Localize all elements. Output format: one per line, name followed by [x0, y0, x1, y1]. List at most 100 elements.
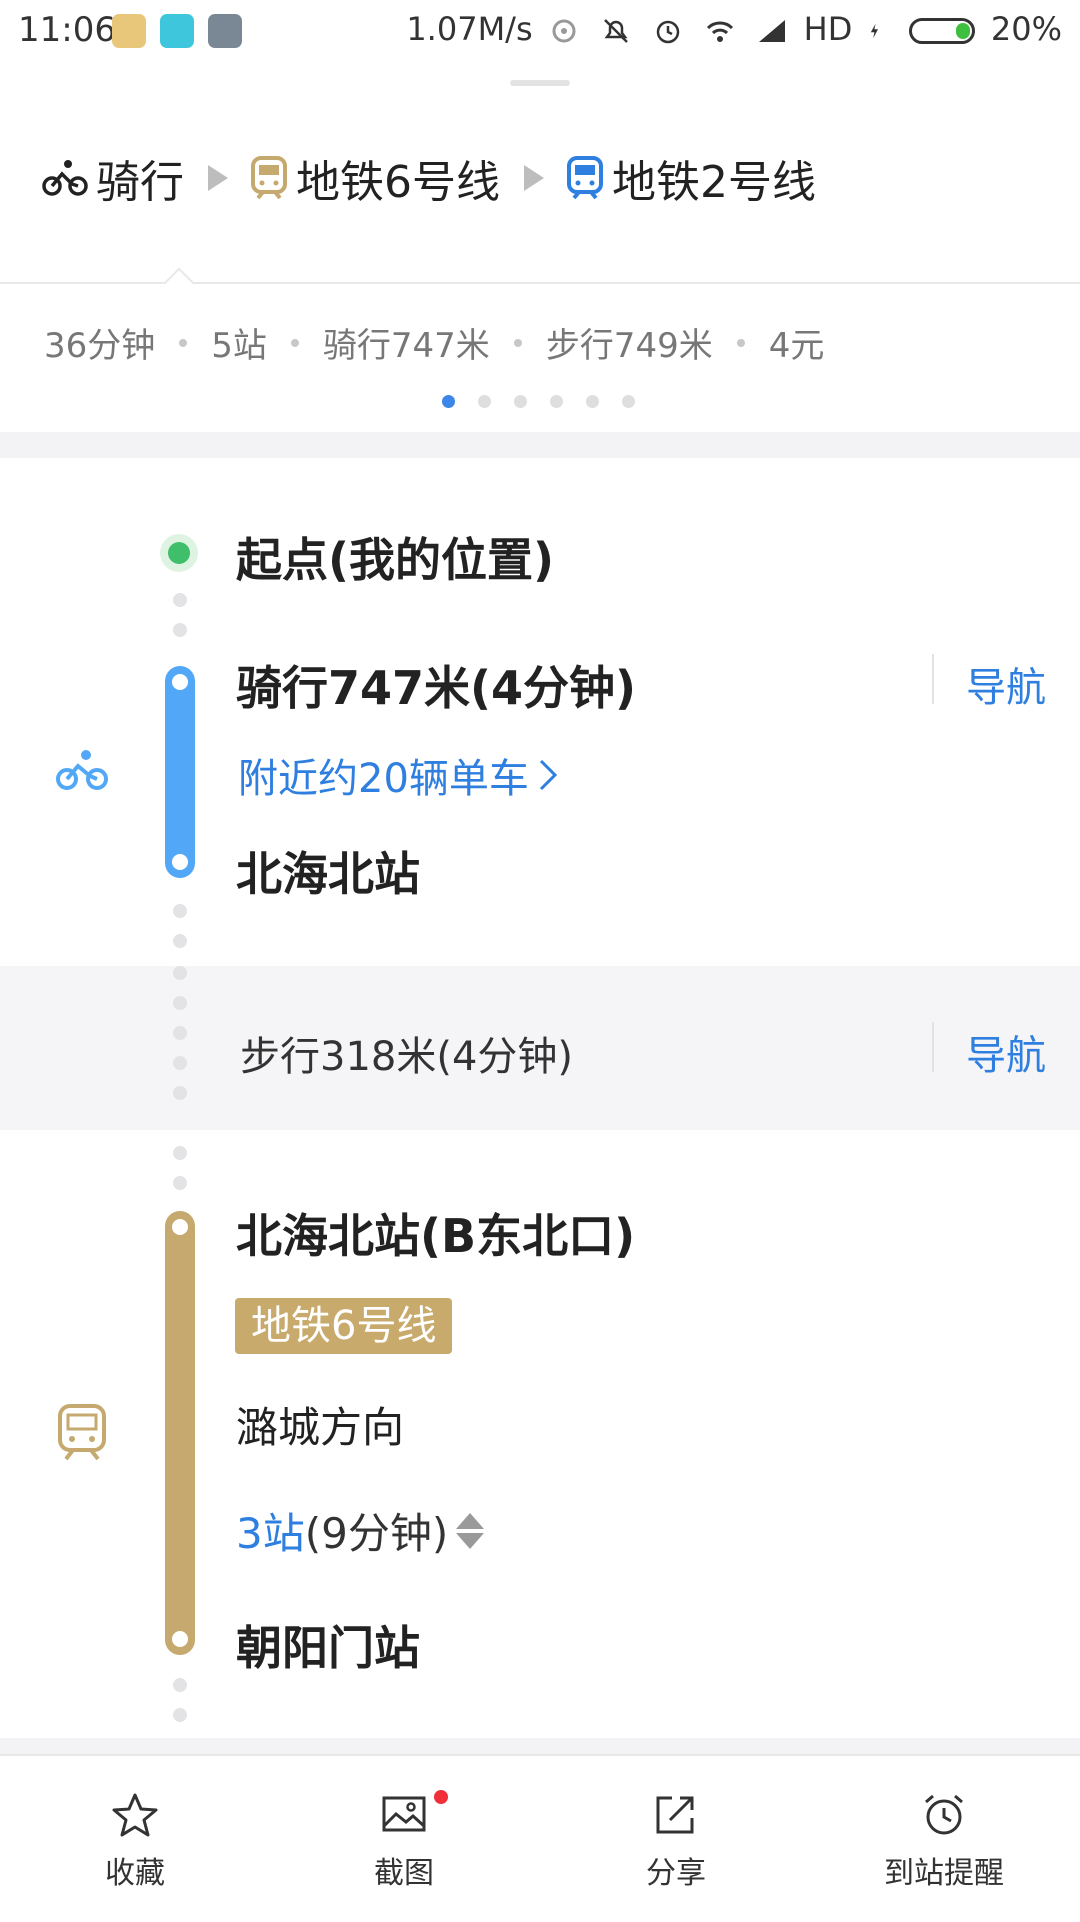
- share-button[interactable]: 分享: [596, 1792, 756, 1892]
- hd-indicator: HD: [803, 10, 853, 48]
- metro-direction: 潞城方向: [236, 1403, 405, 1452]
- bike-icon: [56, 750, 108, 790]
- status-right: 1.07M/s HD 20%: [406, 10, 1062, 48]
- segment-end-ring: [172, 854, 188, 870]
- separator-dot: [736, 338, 745, 347]
- charging-icon: [870, 23, 878, 39]
- pager-dot[interactable]: [586, 395, 599, 408]
- route-arrow-icon: [208, 165, 228, 191]
- timeline-dot: [173, 1146, 187, 1160]
- screenshot-label: 截图: [374, 1856, 434, 1891]
- timeline-dot: [173, 966, 187, 980]
- bikes-nearby-link[interactable]: 附近约20辆单车: [238, 746, 559, 804]
- chevron-right-icon: [539, 759, 558, 791]
- timeline-dot: [173, 623, 187, 637]
- timeline-dot: [173, 934, 187, 948]
- signal-icon: [759, 20, 786, 42]
- summary-ride: 骑行747米: [322, 326, 490, 366]
- timeline-dot: [173, 1056, 187, 1070]
- timeline-dot: [173, 1678, 187, 1692]
- route-header[interactable]: 骑行 地铁6号线 地铁2号线: [42, 148, 816, 208]
- route-segment-label: 地铁2号线: [612, 157, 816, 208]
- battery-level: 20%: [990, 10, 1062, 48]
- pager-dot[interactable]: [478, 395, 491, 408]
- summary-stations: 5站: [211, 326, 267, 366]
- segment-end-ring: [172, 1631, 188, 1647]
- expand-collapse-icon: [456, 1512, 485, 1549]
- battery-icon: [908, 18, 975, 44]
- favorite-button[interactable]: 收藏: [55, 1792, 215, 1892]
- bike-navigate-button[interactable]: 导航: [966, 655, 1046, 713]
- mute-icon: [604, 19, 628, 43]
- timeline-dot: [173, 904, 187, 918]
- timeline-dot: [173, 1708, 187, 1722]
- separator-dot: [290, 338, 299, 347]
- summary-walk: 步行749米: [545, 326, 713, 366]
- route-pager[interactable]: [442, 395, 658, 408]
- bike-icon: [42, 160, 88, 196]
- header-divider: [0, 282, 1080, 284]
- wifi-icon: [707, 21, 734, 42]
- walk-step-text: 步行318米(4分钟): [240, 1034, 574, 1080]
- pager-dot[interactable]: [514, 395, 527, 408]
- subway-icon: [567, 156, 603, 200]
- section-separator: [0, 1738, 1080, 1754]
- route-segment-label: 地铁6号线: [296, 157, 500, 208]
- pager-dot[interactable]: [622, 395, 635, 408]
- separator-dot: [179, 338, 188, 347]
- chat-app-icon: [160, 14, 194, 48]
- screenshot-button[interactable]: 截图: [324, 1790, 484, 1892]
- timeline-dot: [173, 996, 187, 1010]
- selected-segment-caret: [163, 267, 195, 299]
- route-arrow-icon: [524, 165, 544, 191]
- start-point-icon: [160, 534, 198, 572]
- metro-stops-time: (9分钟): [304, 1509, 449, 1558]
- image-icon: [382, 1796, 426, 1832]
- segment-start-ring: [172, 674, 188, 690]
- route-segment-line6: 地铁6号线: [250, 146, 500, 210]
- timeline-dot: [173, 1176, 187, 1190]
- timeline-dot: [173, 1026, 187, 1040]
- bike-step-title: 骑行747米(4分钟): [236, 661, 637, 715]
- summary-price: 4元: [768, 326, 825, 366]
- walk-step[interactable]: 步行318米(4分钟) 导航: [0, 966, 1080, 1130]
- subway-icon: [251, 156, 287, 200]
- metro-line-badge: 地铁6号线: [235, 1298, 453, 1354]
- route-segment-label: 骑行: [96, 157, 184, 208]
- drag-handle[interactable]: [510, 80, 570, 86]
- status-bar: 11:06 1.07M/s HD 20%: [0, 0, 1080, 62]
- arrival-alert-button[interactable]: 到站提醒: [864, 1792, 1024, 1892]
- metro-stops-toggle[interactable]: 3站 (9分钟): [236, 1500, 485, 1561]
- notification-dot: [434, 1790, 448, 1804]
- status-time: 11:06: [18, 10, 116, 50]
- metro-segment-bar: [165, 1211, 195, 1655]
- section-separator: [0, 432, 1080, 458]
- hotspot-icon: [552, 19, 576, 43]
- walk-navigate-button[interactable]: 导航: [966, 1023, 1046, 1081]
- metro-end-station: 朝阳门站: [236, 1621, 420, 1675]
- note-app-icon: [208, 14, 242, 48]
- network-speed: 1.07M/s: [406, 10, 533, 48]
- alarm-icon: [656, 20, 680, 44]
- route-segment-line2: 地铁2号线: [566, 146, 816, 210]
- arrival-alert-label: 到站提醒: [884, 1856, 1004, 1891]
- alarm-clock-icon: [925, 1794, 963, 1835]
- star-icon: [112, 1793, 158, 1837]
- start-label: 起点(我的位置): [236, 533, 555, 587]
- segment-start-ring: [172, 1219, 188, 1235]
- route-summary: 36分钟 5站 骑行747米 步行749米 4元: [44, 318, 824, 367]
- favorite-label: 收藏: [105, 1856, 165, 1891]
- metro-stops-count: 3站: [236, 1509, 305, 1558]
- subway-icon: [58, 1404, 106, 1461]
- route-segment-bike: 骑行: [42, 146, 184, 210]
- share-icon: [656, 1796, 694, 1834]
- summary-duration: 36分钟: [44, 326, 156, 366]
- nav-divider: [932, 654, 934, 704]
- pager-dot-active[interactable]: [442, 395, 455, 408]
- bike-end-station: 北海北站: [236, 847, 420, 901]
- bottom-action-bar: 收藏 截图 分享 到站提醒: [0, 1754, 1080, 1922]
- separator-dot: [513, 338, 522, 347]
- timeline-dot: [173, 1086, 187, 1100]
- pager-dot[interactable]: [550, 395, 563, 408]
- timeline-dot: [173, 593, 187, 607]
